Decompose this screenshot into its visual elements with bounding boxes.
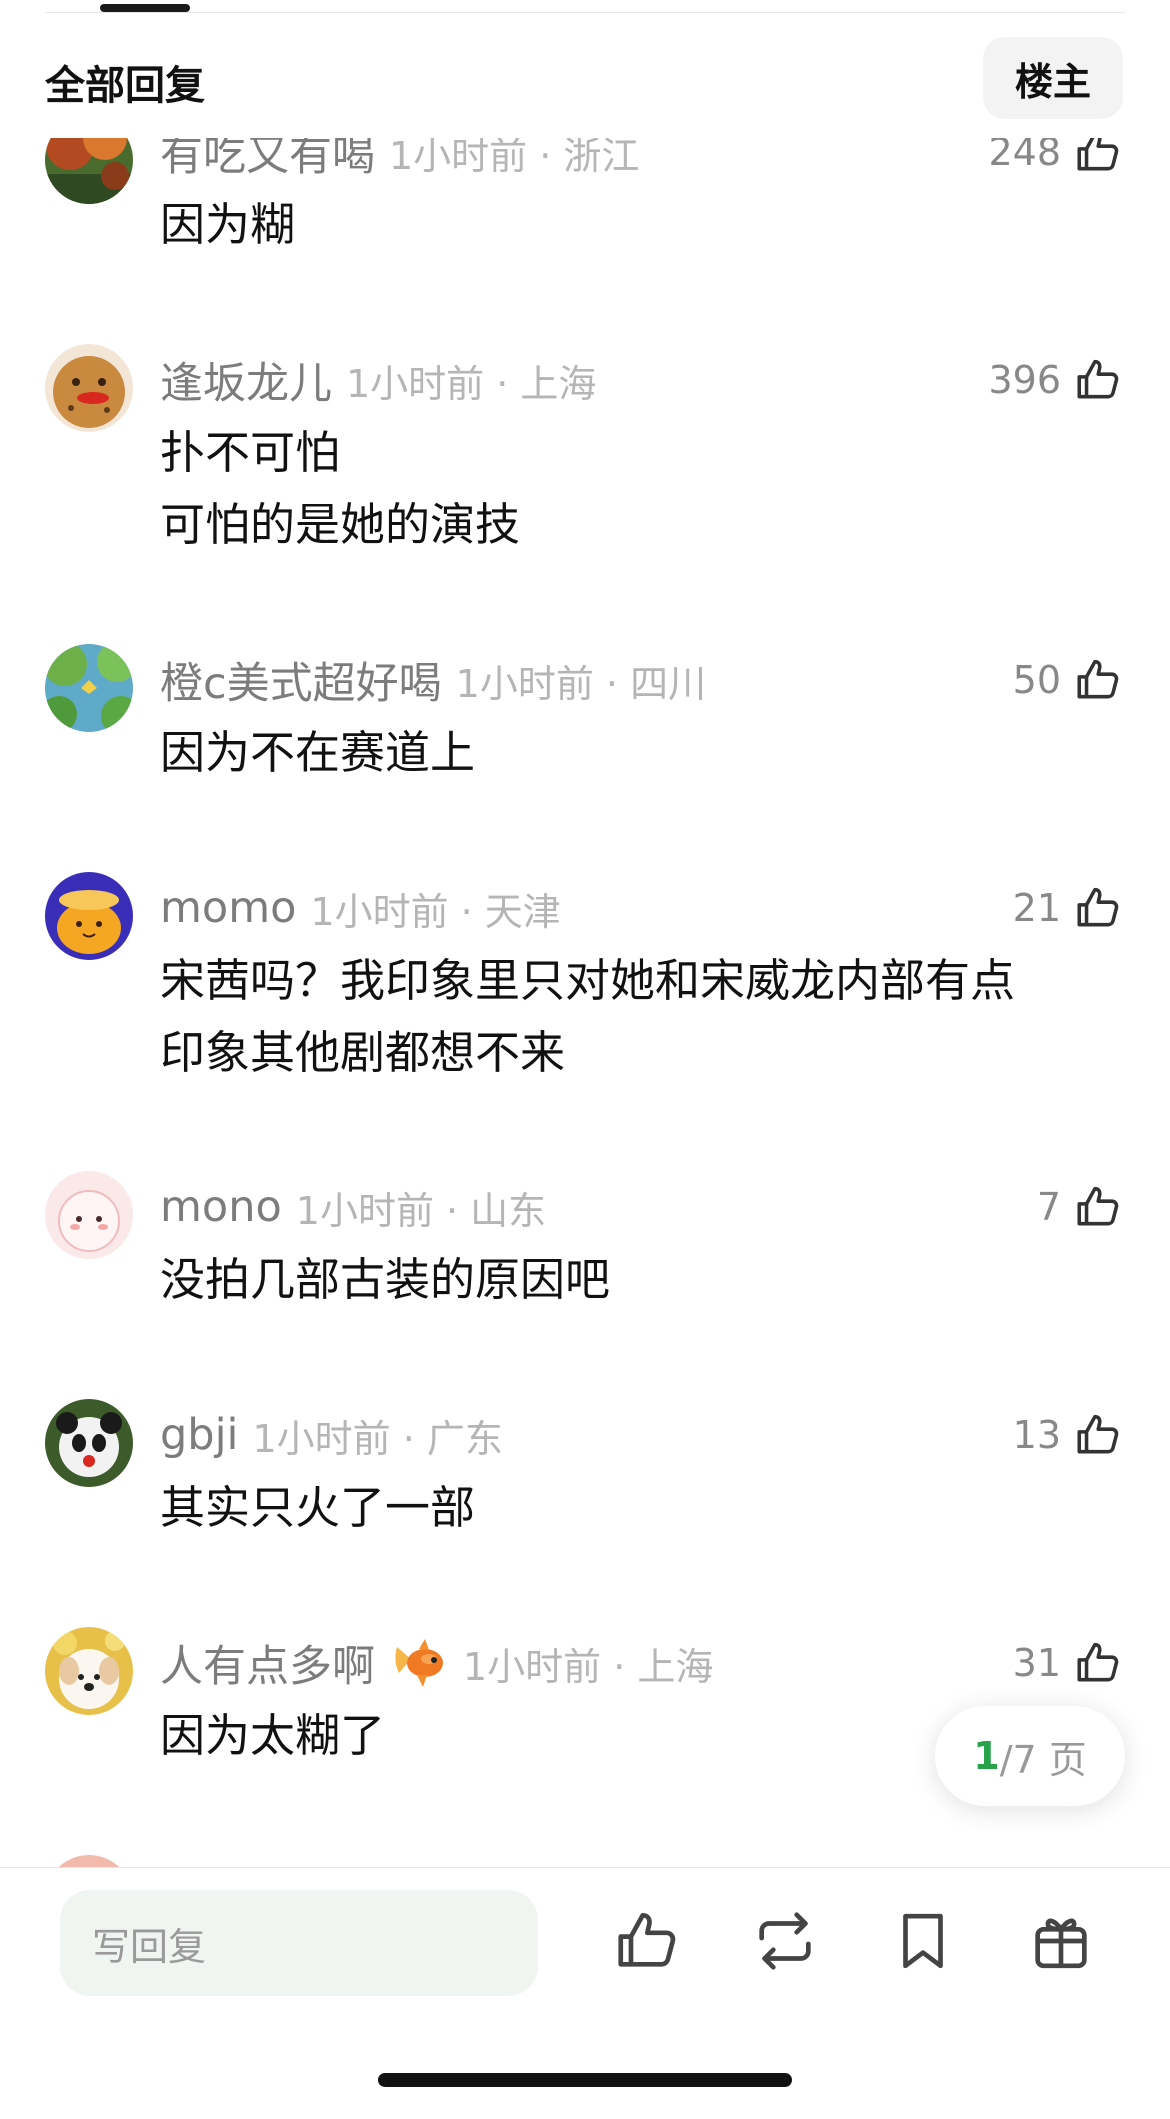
comment-text: 没拍几部古装的原因吧 (160, 1253, 611, 1306)
comment-text: 其实只火了一部 (160, 1481, 476, 1534)
thumbs-up-icon[interactable] (1073, 1182, 1123, 1232)
bottom-action-bar: 写回复 (0, 1867, 1170, 2119)
comment-time-location: 1小时前 · 上海 (346, 361, 597, 406)
comment-text: 因为糊 (160, 198, 296, 251)
comment-username[interactable]: 人有点多啊 (160, 1632, 375, 1694)
avatar[interactable] (45, 1399, 133, 1487)
comment-text: 宋茜吗？我印象里只对她和宋威龙内部有点 印象其他剧都想不来 (160, 954, 1016, 1079)
avatar[interactable] (45, 1171, 133, 1259)
avatar[interactable] (45, 130, 133, 204)
comment-list[interactable]: 有吃又有喝 1小时前 · 浙江 248 因为糊 逢坂龙儿 1小时前 · 上海 3… (0, 130, 1170, 1867)
like-group[interactable]: 396 (988, 351, 1123, 409)
like-count: 21 (1012, 886, 1061, 930)
total-pages: /7 页 (999, 1737, 1087, 1782)
like-count: 50 (1012, 658, 1061, 702)
comment-username[interactable]: gbji (160, 1410, 238, 1460)
page-title: 全部回复 (45, 63, 205, 109)
thumbs-up-icon[interactable] (1073, 883, 1123, 933)
thumbs-up-icon[interactable] (1073, 355, 1123, 405)
like-group[interactable]: 7 (1037, 1178, 1123, 1236)
owner-only-button[interactable]: 楼主 (983, 37, 1123, 119)
comment-username[interactable]: 逢坂龙儿 (160, 349, 332, 411)
comment-time-location: 1小时前 · 天津 (310, 889, 561, 934)
like-group[interactable]: 21 (1013, 879, 1123, 937)
avatar[interactable] (45, 344, 133, 432)
avatar[interactable] (45, 1855, 133, 1867)
comment-text: 扑不可怕 可怕的是她的演技 (160, 426, 521, 551)
comment-time-location: 1小时前 · 山东 (295, 1188, 547, 1233)
like-group[interactable]: 50 (1013, 651, 1123, 709)
comment-text: 因为不在赛道上 (160, 726, 476, 779)
like-count: 7 (1036, 1185, 1061, 1229)
like-count: 396 (988, 358, 1061, 402)
comment-time-location: 1小时前 · 广东 (252, 1416, 503, 1461)
gift-icon[interactable] (1026, 1906, 1096, 1976)
thumbs-up-icon[interactable] (1073, 655, 1123, 705)
comment-time-location: 1小时前 · 四川 (455, 661, 707, 706)
avatar[interactable] (45, 1627, 133, 1715)
like-icon[interactable] (612, 1906, 682, 1976)
active-tab-indicator (100, 4, 190, 12)
repost-icon[interactable] (750, 1906, 820, 1976)
replies-header: 全部回复 楼主 (0, 20, 1170, 138)
comment-time-location: 1小时前 · 上海 (463, 1644, 714, 1689)
comment-username[interactable]: 橙c美式超好喝 (160, 649, 442, 711)
like-count: 31 (1012, 1641, 1061, 1685)
like-group[interactable]: 13 (1013, 1406, 1123, 1464)
like-count: 13 (1012, 1413, 1061, 1457)
home-indicator[interactable] (378, 2073, 792, 2087)
comment-username[interactable]: momo (160, 883, 296, 933)
avatar[interactable] (45, 644, 133, 732)
like-group[interactable]: 31 (1013, 1634, 1123, 1692)
reply-input[interactable]: 写回复 (60, 1890, 538, 1996)
thumbs-up-icon[interactable] (1073, 1638, 1123, 1688)
top-divider (45, 12, 1125, 13)
thumbs-up-icon[interactable] (1073, 1410, 1123, 1460)
goldfish-emoji-icon (395, 1639, 443, 1687)
bookmark-icon[interactable] (888, 1906, 958, 1976)
page-indicator[interactable]: 1/7 页 (935, 1706, 1125, 1806)
comment-username[interactable]: mono (160, 1182, 282, 1232)
avatar[interactable] (45, 872, 133, 960)
current-page: 1 (973, 1734, 1000, 1778)
